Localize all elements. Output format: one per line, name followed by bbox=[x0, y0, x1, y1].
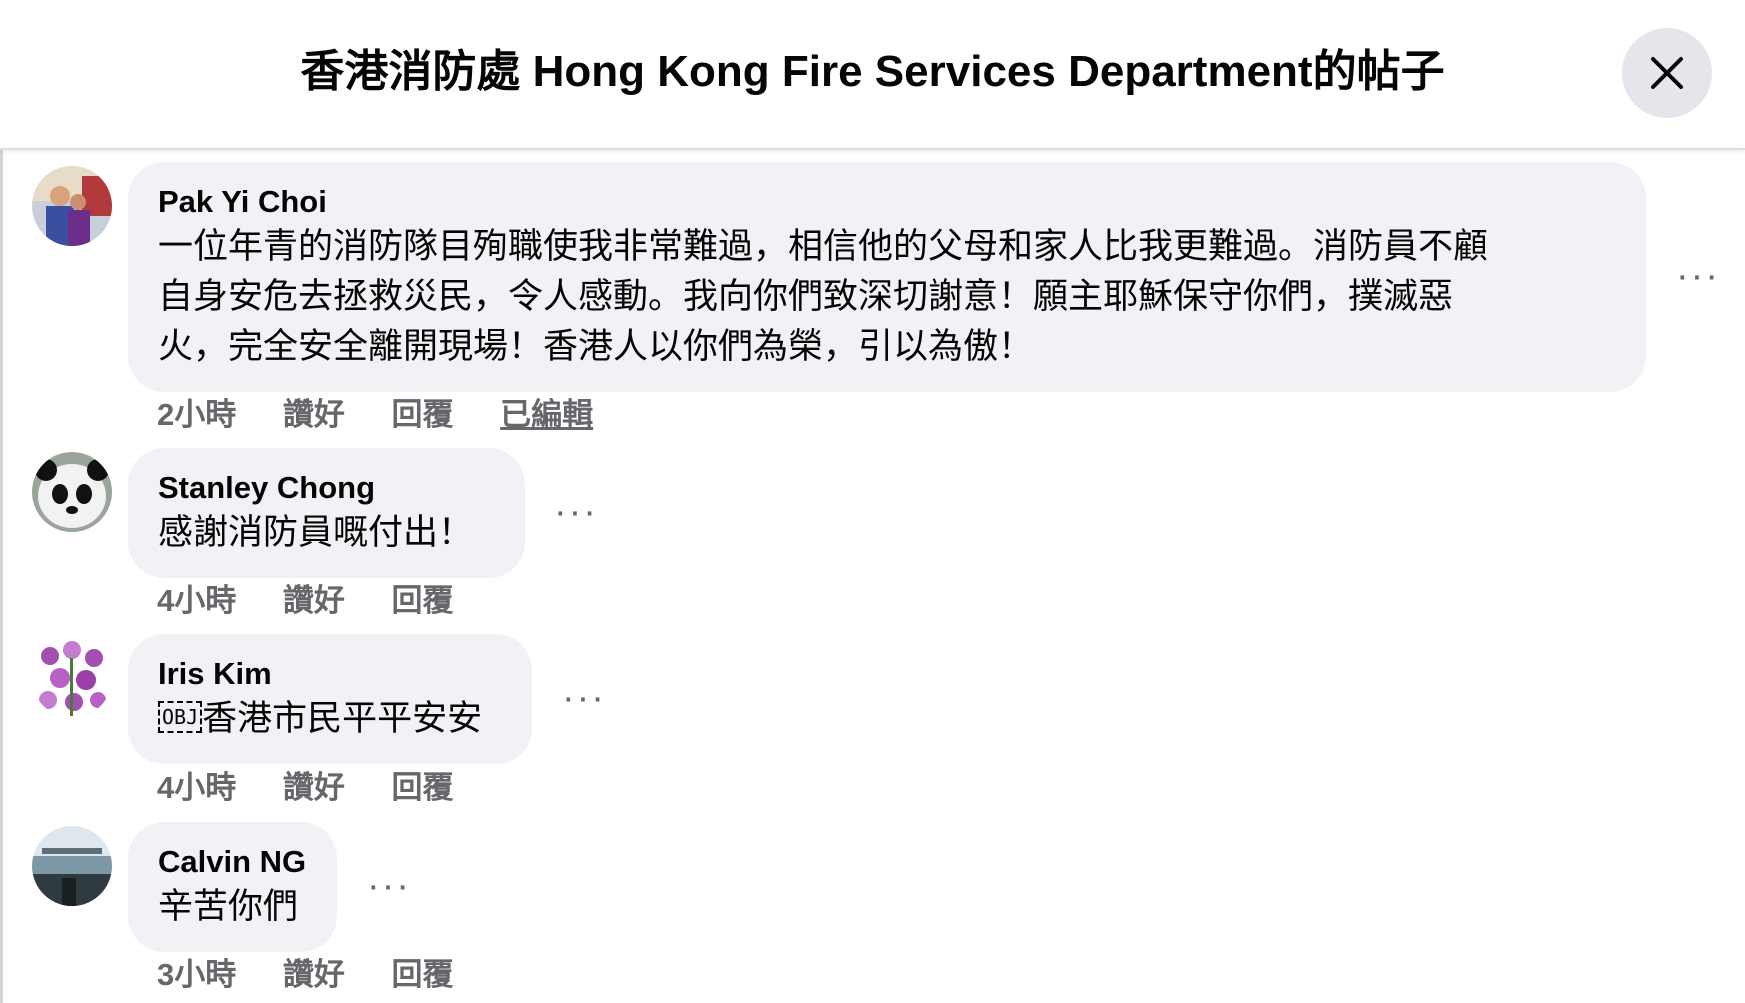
dialog-title: 香港消防處 Hong Kong Fire Services Department… bbox=[300, 47, 1445, 96]
avatar[interactable] bbox=[32, 166, 112, 246]
comment-timestamp[interactable]: 4小時 bbox=[157, 581, 236, 621]
comment-text: 感謝消防員嘅付出！ bbox=[158, 513, 474, 552]
comment-actions: 3小時 讚好 回覆 bbox=[157, 955, 492, 995]
comment-bubble: Pak Yi Choi 一位年青的消防隊目殉職使我非常難過，相信他的父母和家人比… bbox=[128, 162, 1646, 392]
reply-button[interactable]: 回覆 bbox=[392, 581, 454, 621]
comment-text: 香港市民平平安安 bbox=[202, 699, 483, 738]
edited-label[interactable]: 已編輯 bbox=[500, 395, 593, 435]
avatar[interactable] bbox=[32, 638, 112, 718]
comment-text-line: 自身安危去拯救災民，令人感動。我向你們致深切謝意！願主耶穌保守你們，撲滅惡 bbox=[158, 277, 1454, 316]
comment-actions: 2小時 讚好 回覆 已編輯 bbox=[157, 395, 631, 435]
more-options-button[interactable]: ··· bbox=[562, 679, 606, 717]
comment-bubble: Stanley Chong 感謝消防員嘅付出！ bbox=[128, 448, 525, 578]
more-options-button[interactable]: ··· bbox=[367, 867, 411, 905]
dialog-header: 香港消防處 Hong Kong Fire Services Department… bbox=[0, 0, 1745, 150]
like-button[interactable]: 讚好 bbox=[283, 581, 345, 621]
comment-actions: 4小時 讚好 回覆 bbox=[157, 581, 492, 621]
comment-timestamp[interactable]: 3小時 bbox=[157, 955, 236, 995]
comment-text-row: OBJ 香港市民平平安安 bbox=[158, 694, 502, 744]
reply-button[interactable]: 回覆 bbox=[392, 395, 454, 435]
comment-author[interactable]: Iris Kim bbox=[158, 654, 502, 694]
comment-bubble: Calvin NG 辛苦你們 bbox=[128, 822, 337, 952]
object-placeholder-glyph: OBJ bbox=[158, 701, 203, 733]
more-options-button[interactable]: ··· bbox=[1676, 257, 1720, 295]
comment-text-line: 火，完全安全離開現場！香港人以你們為榮，引以為傲！ bbox=[158, 327, 1034, 366]
comment-author[interactable]: Stanley Chong bbox=[158, 468, 495, 508]
close-icon bbox=[1651, 57, 1683, 89]
like-button[interactable]: 讚好 bbox=[283, 395, 345, 435]
avatar[interactable] bbox=[32, 826, 112, 906]
reply-button[interactable]: 回覆 bbox=[392, 955, 454, 995]
avatar[interactable] bbox=[32, 452, 112, 532]
close-button[interactable] bbox=[1622, 28, 1712, 118]
more-options-button[interactable]: ··· bbox=[554, 493, 598, 531]
modal-left-border bbox=[0, 0, 3, 1003]
comment-timestamp[interactable]: 4小時 bbox=[157, 768, 236, 808]
comment-text: 辛苦你們 bbox=[158, 887, 299, 926]
comment-bubble: Iris Kim OBJ 香港市民平平安安 bbox=[128, 634, 532, 764]
like-button[interactable]: 讚好 bbox=[283, 955, 345, 995]
reply-button[interactable]: 回覆 bbox=[392, 768, 454, 808]
comment-actions: 4小時 讚好 回覆 bbox=[157, 768, 492, 808]
comment-text-line: 一位年青的消防隊目殉職使我非常難過，相信他的父母和家人比我更難過。消防員不顧 bbox=[158, 227, 1489, 266]
like-button[interactable]: 讚好 bbox=[283, 768, 345, 808]
comment-author[interactable]: Calvin NG bbox=[158, 842, 307, 882]
comment-timestamp[interactable]: 2小時 bbox=[157, 395, 236, 435]
comment-author[interactable]: Pak Yi Choi bbox=[158, 182, 1616, 222]
